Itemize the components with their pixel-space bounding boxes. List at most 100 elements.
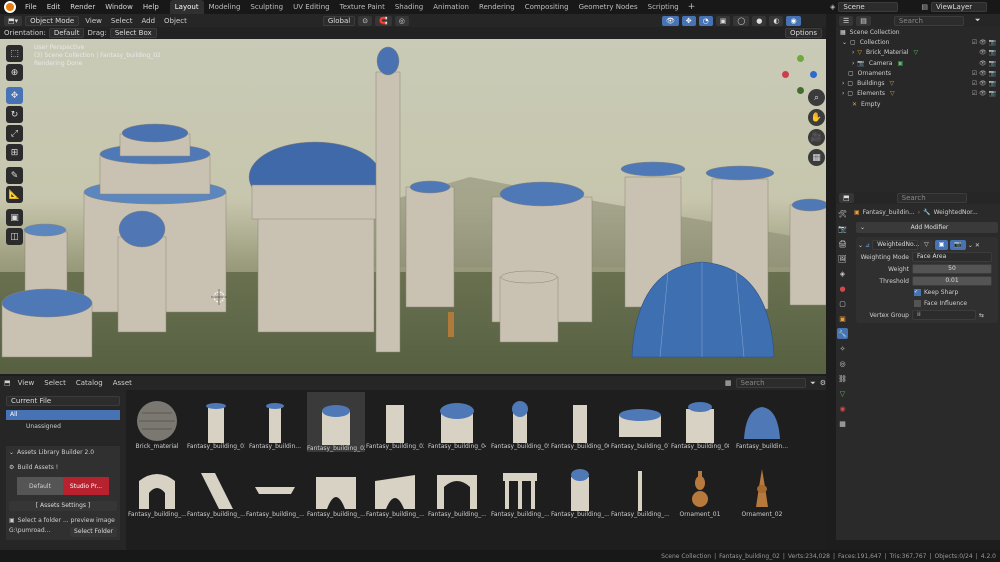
tab-compositing[interactable]: Compositing — [520, 0, 574, 14]
3d-viewport[interactable]: ⬚ ⊕ ✥ ↻ ⤢ ⊞ ✎ 📐 ▣ ◫ User Perspective (3)… — [0, 27, 826, 374]
camera-view-icon[interactable]: 🎥 — [808, 129, 825, 146]
asset-thumb[interactable]: Fantasy_building_03 — [366, 394, 424, 450]
tab-shading[interactable]: Shading — [390, 0, 428, 14]
asset-thumb[interactable]: Fantasy_building_... — [128, 462, 186, 518]
constraints-tab-icon[interactable]: ⛓ — [837, 373, 848, 384]
cursor-tool-icon[interactable]: ⊕ — [6, 64, 23, 81]
blender-logo-icon[interactable] — [4, 1, 16, 13]
texture-tab-icon[interactable]: ▦ — [837, 418, 848, 429]
visibility-toggles[interactable]: 👁 📷 — [979, 60, 996, 67]
weighting-mode-select[interactable]: Face Area — [912, 252, 992, 262]
asset-thumb[interactable]: Fantasy_building_... — [246, 462, 304, 518]
studio-preset-button[interactable]: Studio Pr... — [63, 477, 109, 495]
outliner-row[interactable]: › 📷 Camera ▣ 👁 📷 — [836, 58, 1000, 68]
data-tab-icon[interactable]: ▽ — [837, 388, 848, 399]
asset-thumb[interactable]: Fantasy_building_... — [366, 462, 424, 518]
visibility-toggles[interactable]: ☑ 👁 📷 — [972, 70, 996, 77]
gizmo-icon[interactable]: ✥ — [681, 15, 696, 26]
asset-thumb[interactable]: Fantasy_building_... — [491, 462, 549, 518]
outliner-type-icon[interactable]: ☰ — [839, 15, 854, 26]
build-assets-row[interactable]: ⚙ Build Assets ! — [9, 464, 117, 471]
rotate-tool-icon[interactable]: ↻ — [6, 106, 23, 123]
proportional-edit-icon[interactable]: ◎ — [394, 15, 409, 26]
asset-menu-select[interactable]: Select — [41, 379, 69, 387]
shading-rendered-icon[interactable]: ◉ — [786, 15, 801, 26]
menu-window[interactable]: Window — [100, 3, 138, 11]
scene-field[interactable]: Scene — [838, 2, 899, 12]
menu-view[interactable]: View — [82, 17, 105, 25]
shading-material-icon[interactable]: ◐ — [769, 15, 784, 26]
asset-menu-catalog[interactable]: Catalog — [73, 379, 106, 387]
physics-tab-icon[interactable]: ◎ — [837, 358, 848, 369]
add-workspace-button[interactable]: + — [688, 2, 696, 12]
visibility-toggles[interactable]: ☑ 👁 📷 — [972, 80, 996, 87]
close-icon[interactable]: ✕ — [975, 242, 980, 249]
outliner-row[interactable]: › ▢ Buildings ▽ ☑ 👁 📷 — [836, 78, 1000, 88]
object-tab-icon[interactable]: ▣ — [837, 313, 848, 324]
menu-file[interactable]: File — [20, 3, 42, 11]
move-tool-icon[interactable]: ✥ — [6, 87, 23, 104]
zoom-icon[interactable]: ⌕ — [808, 89, 825, 106]
tab-geometry-nodes[interactable]: Geometry Nodes — [574, 0, 643, 14]
visibility-toggles[interactable]: 👁 📷 — [979, 49, 996, 56]
menu-help[interactable]: Help — [138, 3, 164, 11]
realtime-icon[interactable]: ▣ — [934, 240, 949, 250]
vertex-group-field[interactable]: ⁞⁞ — [912, 310, 976, 320]
expand-icon[interactable]: ⌄ — [858, 242, 863, 249]
catalog-unassigned[interactable]: Unassigned — [6, 422, 120, 432]
default-preset-button[interactable]: Default — [17, 477, 63, 495]
render-icon[interactable]: 📷 — [950, 240, 966, 250]
menu-add[interactable]: Add — [138, 17, 158, 25]
tab-rendering[interactable]: Rendering — [474, 0, 520, 14]
menu-edit[interactable]: Edit — [42, 3, 66, 11]
face-influence-checkbox[interactable] — [914, 300, 921, 307]
modifier-tab-icon[interactable]: 🔧 — [837, 328, 848, 339]
render-tab-icon[interactable]: 📷 — [837, 223, 848, 234]
collection-tab-icon[interactable]: ▢ — [837, 298, 848, 309]
add-modifier-button[interactable]: ⌄ Add Modifier — [856, 222, 998, 233]
edit-mode-icon[interactable]: ▽ — [920, 240, 933, 250]
view-layer-field[interactable]: ViewLayer — [931, 2, 988, 12]
filter-icon[interactable]: ⏷ — [810, 379, 816, 388]
select-tool-icon[interactable]: ⬚ — [6, 45, 23, 62]
asset-thumb[interactable]: Fantasy_building_... — [307, 462, 365, 518]
add-cube-tool-icon[interactable]: ▣ — [6, 209, 23, 226]
asset-browser-type-icon[interactable]: ⬒ — [4, 379, 11, 387]
pan-icon[interactable]: ✋ — [808, 109, 825, 126]
asset-thumb[interactable]: Fantasy_building_08 — [671, 394, 729, 450]
outliner-row[interactable]: ▦ Scene Collection — [836, 27, 1000, 37]
output-tab-icon[interactable]: 🖨 — [837, 238, 848, 249]
tab-layout[interactable]: Layout — [169, 0, 204, 14]
asset-menu-asset[interactable]: Asset — [110, 379, 135, 387]
shading-wireframe-icon[interactable]: ◯ — [733, 15, 750, 26]
menu-object[interactable]: Object — [161, 17, 190, 25]
tab-uv-editing[interactable]: UV Editing — [288, 0, 335, 14]
asset-search[interactable]: Search — [735, 378, 807, 388]
asset-thumb[interactable]: Brick_material — [128, 394, 186, 450]
tab-animation[interactable]: Animation — [428, 0, 474, 14]
snap-icon[interactable]: 🧲 — [375, 15, 392, 26]
properties-type-icon[interactable]: ⬒ — [839, 193, 854, 203]
outliner-row[interactable]: ⌄ ▢ Collection ☑ 👁 📷 — [836, 37, 1000, 47]
asset-thumb[interactable]: Fantasy_buildin... — [246, 394, 304, 450]
weight-field[interactable]: 50 — [912, 264, 992, 274]
outliner-search[interactable]: Search — [893, 15, 964, 26]
tool-tab-icon[interactable]: 🛠 — [837, 208, 848, 219]
material-tab-icon[interactable]: ◉ — [837, 403, 848, 414]
modifier-name-field[interactable]: WeightedNo... — [872, 240, 919, 250]
catalog-all[interactable]: All — [6, 410, 120, 420]
asset-thumb[interactable]: Fantasy_building_... — [428, 462, 486, 518]
settings-icon[interactable]: ⚙ — [820, 379, 826, 387]
asset-thumb[interactable]: Ornament_01 — [671, 462, 729, 518]
display-mode-icon[interactable]: ▦ — [725, 379, 732, 387]
asset-thumb[interactable]: Fantasy_building_06 — [551, 394, 609, 450]
invert-icon[interactable]: ⇆ — [979, 312, 984, 319]
world-tab-icon[interactable]: ● — [837, 283, 848, 294]
particles-tab-icon[interactable]: ✧ — [837, 343, 848, 354]
transform-tool-icon[interactable]: ⊞ — [6, 144, 23, 161]
tab-modeling[interactable]: Modeling — [204, 0, 246, 14]
outliner-row[interactable]: › ▽ Brick_Material ▽ 👁 📷 — [836, 48, 1000, 58]
menu-render[interactable]: Render — [65, 3, 100, 11]
outliner-row[interactable]: ▢ Ornaments ☑ 👁 📷 — [836, 68, 1000, 78]
menu-select[interactable]: Select — [108, 17, 136, 25]
